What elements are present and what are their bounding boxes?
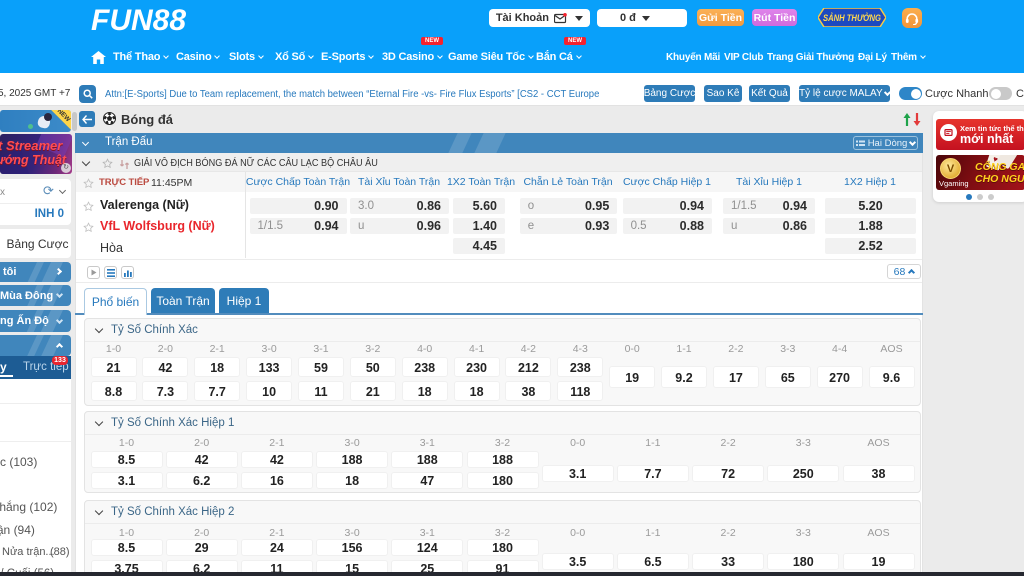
svg-text:SẢNH THƯỞNG: SẢNH THƯỞNG [823,12,881,23]
